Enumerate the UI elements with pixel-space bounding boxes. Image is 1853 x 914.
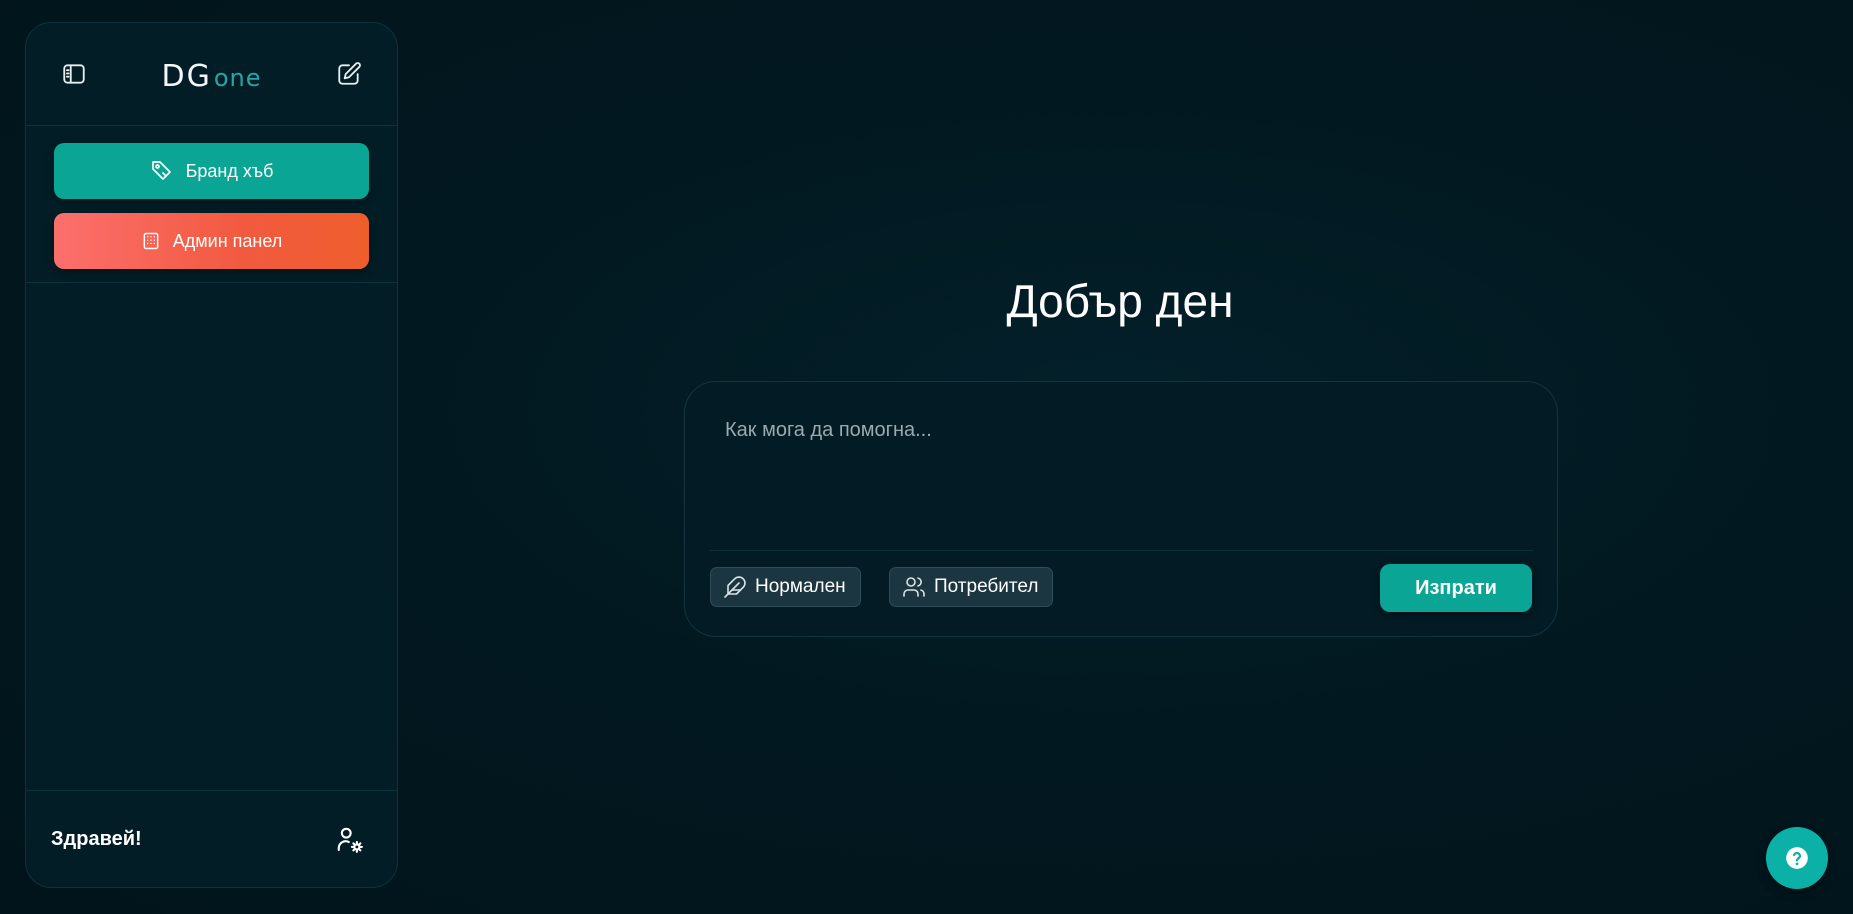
prompt-input[interactable]: [723, 417, 1517, 511]
sidebar-toggle-button[interactable]: [57, 57, 91, 91]
send-button-label: Изпрати: [1415, 576, 1497, 599]
audience-chip-label: Потребител: [934, 576, 1039, 597]
logo: DG one: [161, 59, 261, 94]
users-icon: [903, 577, 925, 597]
admin-panel-button[interactable]: Админ панел: [54, 213, 369, 269]
composer: Нормален Потребител Изпрати: [684, 381, 1558, 637]
send-button[interactable]: Изпрати: [1380, 564, 1532, 612]
help-button[interactable]: [1766, 827, 1828, 889]
sidebar-footer: Здравей!: [26, 790, 397, 887]
page-title: Добър ден: [1006, 275, 1234, 327]
admin-panel-label: Админ панел: [172, 230, 283, 251]
sidebar-toggle-icon: [63, 64, 85, 84]
edit-icon: [338, 62, 361, 85]
new-chat-button[interactable]: [332, 57, 366, 91]
mode-selector-chip[interactable]: Нормален: [710, 567, 861, 607]
feather-icon: [724, 576, 746, 598]
tag-icon: [151, 161, 171, 180]
building-icon: [143, 232, 159, 250]
logo-one-text: one: [213, 64, 262, 92]
brand-hub-button[interactable]: Бранд хъб: [54, 143, 369, 199]
sidebar: DG one Бранд хъб Админ панел Здравей!: [25, 22, 398, 888]
user-settings-icon: [337, 827, 363, 853]
logo-dg-text: DG: [161, 59, 212, 94]
user-settings-button[interactable]: [333, 823, 367, 857]
audience-selector-chip[interactable]: Потребител: [889, 567, 1054, 607]
greeting-text: Здравей!: [51, 828, 142, 850]
mode-chip-label: Нормален: [755, 576, 846, 597]
composer-divider: [709, 550, 1533, 551]
sidebar-header: DG one: [26, 23, 397, 126]
help-icon: [1786, 847, 1808, 869]
sidebar-actions: Бранд хъб Админ панел: [26, 126, 397, 283]
brand-hub-label: Бранд хъб: [185, 160, 274, 181]
